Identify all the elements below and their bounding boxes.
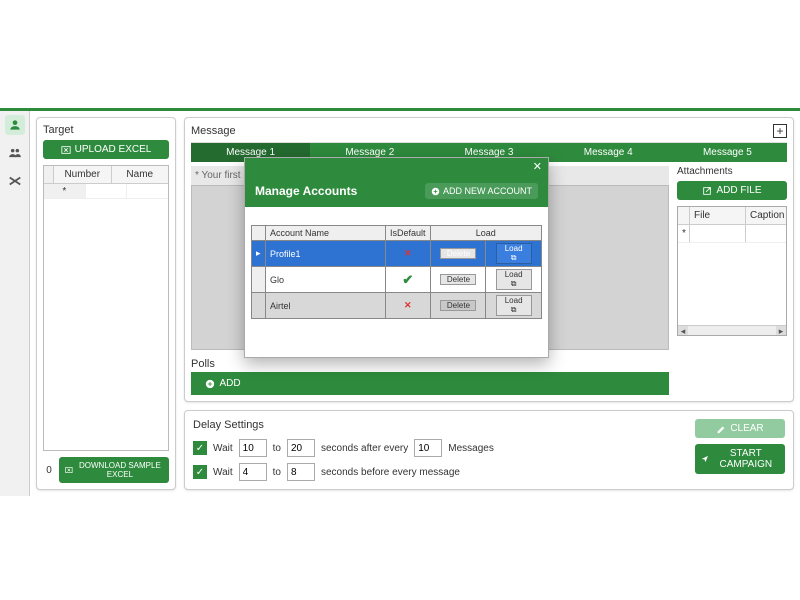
nav-tools-icon[interactable] xyxy=(5,171,25,191)
excel-icon xyxy=(65,465,73,475)
add-file-button[interactable]: ADD FILE xyxy=(677,181,787,200)
add-new-account-button[interactable]: ADD NEW ACCOUNT xyxy=(425,183,538,199)
delay1-to-input[interactable] xyxy=(287,439,315,457)
plus-circle-icon xyxy=(431,187,440,196)
nav-group-icon[interactable] xyxy=(5,143,25,163)
attachments-panel: Attachments ADD FILE File Caption xyxy=(677,166,787,395)
open-external-icon xyxy=(702,186,712,196)
manage-accounts-modal: ✕ Manage Accounts ADD NEW ACCOUNT Accoun… xyxy=(244,157,549,358)
add-message-tab-button[interactable]: + xyxy=(773,124,787,138)
target-title: Target xyxy=(43,124,169,136)
polls-title: Polls xyxy=(191,356,669,372)
col-account-name: Account Name xyxy=(266,226,386,241)
col-is-default: IsDefault xyxy=(386,226,431,241)
load-account-button[interactable]: Load ⧉ xyxy=(496,295,532,316)
delete-account-button[interactable]: Delete xyxy=(440,300,476,311)
target-table[interactable]: Number Name * xyxy=(43,165,169,451)
eraser-icon xyxy=(716,424,726,434)
send-icon xyxy=(701,454,709,464)
delay1-from-input[interactable] xyxy=(239,439,267,457)
delay-title: Delay Settings xyxy=(193,419,494,431)
delay-row-1: ✓ Wait to seconds after every Messages xyxy=(193,439,494,457)
upload-excel-button[interactable]: UPLOAD EXCEL xyxy=(43,140,169,159)
account-row[interactable]: Glo ✔ Delete Load ⧉ xyxy=(252,267,542,293)
download-sample-button[interactable]: DOWNLOAD SAMPLE EXCEL xyxy=(59,457,169,483)
target-table-header: Number Name xyxy=(44,166,168,184)
attachments-row[interactable]: * xyxy=(678,225,786,243)
target-count: 0 xyxy=(43,465,55,476)
delay2-from-input[interactable] xyxy=(239,463,267,481)
modal-close-bar: ✕ xyxy=(245,158,548,175)
accounts-header-row: Account Name IsDefault Load xyxy=(252,226,542,241)
target-table-row[interactable]: * xyxy=(44,184,168,199)
delay-row-2: ✓ Wait to seconds before every message xyxy=(193,463,494,481)
check-icon: ✔ xyxy=(390,273,426,286)
plus-circle-icon xyxy=(205,379,215,389)
account-row[interactable]: ▸ Profile1 ✕ Delete Load ⧉ xyxy=(252,241,542,267)
clear-button[interactable]: CLEAR xyxy=(695,419,785,438)
delay1-count-input[interactable] xyxy=(414,439,442,457)
account-name-cell[interactable]: Glo xyxy=(266,267,386,293)
col-caption: Caption xyxy=(746,207,786,224)
delete-account-button[interactable]: Delete xyxy=(440,274,476,285)
delete-account-button[interactable]: Delete xyxy=(440,248,476,259)
account-row[interactable]: Airtel ✕ Delete Load ⧉ xyxy=(252,293,542,319)
load-account-button[interactable]: Load ⧉ xyxy=(496,269,532,290)
start-campaign-button[interactable]: START CAMPAIGN xyxy=(695,444,785,474)
col-name: Name xyxy=(112,166,169,183)
x-icon: ✕ xyxy=(390,300,426,311)
col-number: Number xyxy=(54,166,112,183)
attachments-title: Attachments xyxy=(677,166,787,177)
nav-person-icon[interactable] xyxy=(5,115,25,135)
delay-checkbox-2[interactable]: ✓ xyxy=(193,465,207,479)
attachments-header: File Caption xyxy=(678,207,786,225)
left-nav-rail xyxy=(0,111,30,496)
modal-close-button[interactable]: ✕ xyxy=(527,158,548,175)
tab-message-4[interactable]: Message 4 xyxy=(549,143,668,162)
load-account-button[interactable]: Load ⧉ xyxy=(496,243,532,264)
target-panel: Target UPLOAD EXCEL Number Name * 0 xyxy=(36,117,176,490)
delay-panel: Delay Settings ✓ Wait to seconds after e… xyxy=(184,410,794,490)
add-poll-button[interactable]: ADD xyxy=(193,374,253,393)
accounts-table: Account Name IsDefault Load ▸ Profile1 ✕… xyxy=(251,225,542,319)
tab-message-5[interactable]: Message 5 xyxy=(668,143,787,162)
excel-icon xyxy=(61,145,71,155)
account-name-cell[interactable]: Airtel xyxy=(266,293,386,319)
modal-title: Manage Accounts xyxy=(255,184,357,198)
delay-checkbox-1[interactable]: ✓ xyxy=(193,441,207,455)
attachments-table[interactable]: File Caption * ◂▸ xyxy=(677,206,787,336)
account-name-cell[interactable]: Profile1 xyxy=(266,241,386,267)
delay2-to-input[interactable] xyxy=(287,463,315,481)
x-icon: ✕ xyxy=(390,248,426,259)
col-file: File xyxy=(690,207,746,224)
col-load: Load xyxy=(430,226,541,241)
message-title: Message xyxy=(191,125,236,137)
attachments-scrollbar[interactable]: ◂▸ xyxy=(678,325,786,335)
